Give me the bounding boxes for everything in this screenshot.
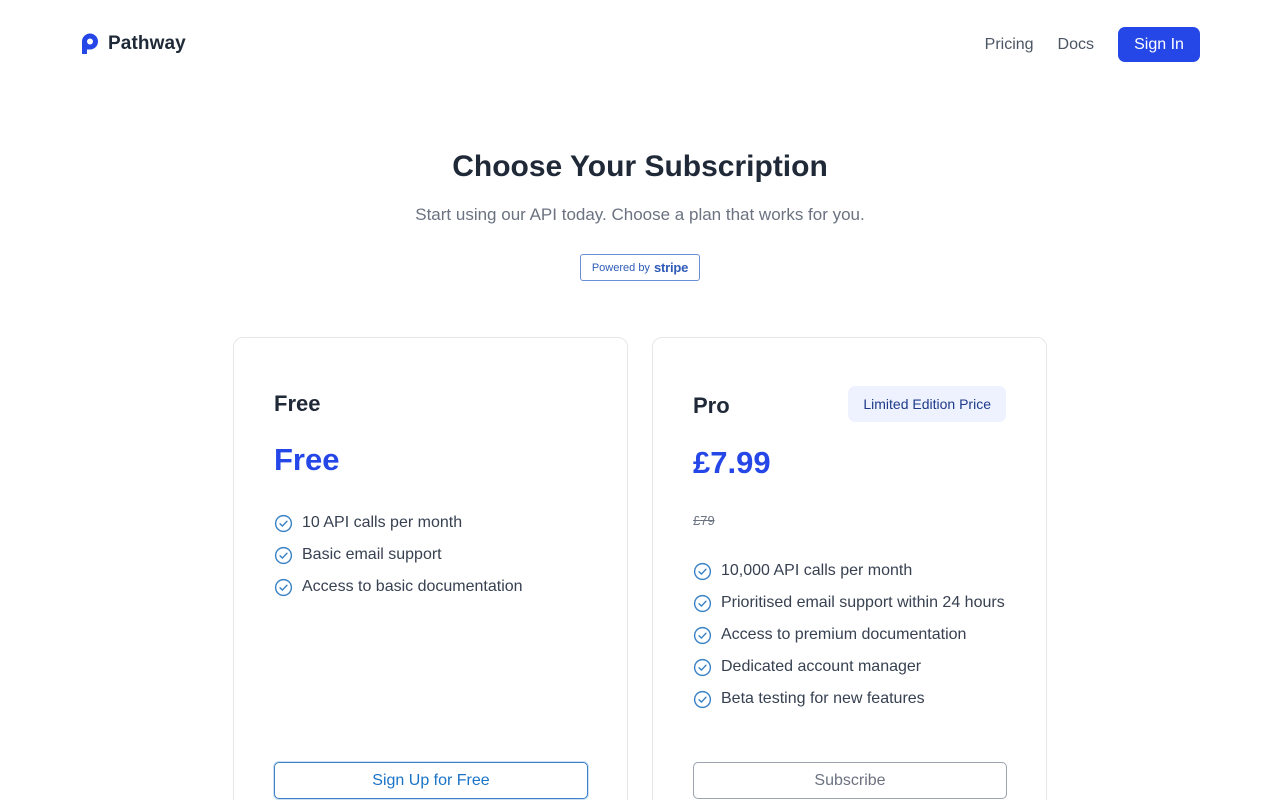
check-circle-icon: [693, 594, 712, 612]
feature-item: 10,000 API calls per month: [693, 555, 1005, 587]
feature-text: Dedicated account manager: [721, 658, 922, 675]
feature-item: Dedicated account manager: [693, 651, 1005, 683]
check-circle-icon: [693, 626, 712, 644]
feature-text: Beta testing for new features: [721, 690, 925, 707]
plan-price: Free: [274, 442, 340, 477]
feature-item: Access to premium documentation: [693, 619, 1005, 651]
check-circle-icon: [274, 578, 293, 596]
brand[interactable]: Pathway: [80, 33, 186, 55]
plan-card-pro: Pro Limited Edition Price £7.99 £79 10,0…: [652, 337, 1047, 800]
check-circle-icon: [274, 514, 293, 532]
sign-in-button[interactable]: Sign In: [1118, 27, 1200, 62]
feature-item: Access to basic documentation: [274, 571, 523, 603]
original-price: £79: [693, 513, 715, 528]
nav-link-pricing[interactable]: Pricing: [985, 36, 1034, 54]
feature-text: 10 API calls per month: [302, 514, 463, 531]
plan-name: Pro: [693, 393, 730, 418]
nav-links: Pricing Docs Sign In: [985, 27, 1200, 62]
plan-price: £7.99: [693, 445, 771, 480]
subscribe-button[interactable]: Subscribe: [693, 762, 1007, 799]
plan-name: Free: [274, 391, 321, 416]
check-circle-icon: [693, 690, 712, 708]
feature-item: 10 API calls per month: [274, 507, 523, 539]
feature-item: Beta testing for new features: [693, 683, 1005, 715]
sign-up-free-button[interactable]: Sign Up for Free: [274, 762, 588, 799]
feature-item: Prioritised email support within 24 hour…: [693, 587, 1005, 619]
feature-text: 10,000 API calls per month: [721, 562, 913, 579]
nav-link-docs[interactable]: Docs: [1058, 36, 1094, 54]
brand-name: Pathway: [108, 33, 186, 54]
pathway-logo-icon: [82, 33, 98, 54]
powered-by-stripe-badge[interactable]: Powered by stripe: [580, 254, 700, 281]
check-circle-icon: [693, 658, 712, 676]
feature-text: Basic email support: [302, 546, 442, 563]
feature-list: 10 API calls per month Basic email suppo…: [274, 507, 523, 603]
powered-by-text: Powered by: [591, 261, 650, 274]
stripe-logo: stripe: [653, 260, 689, 275]
feature-text: Access to basic documentation: [302, 578, 523, 595]
top-navigation: Pathway Pricing Docs Sign In: [0, 0, 1280, 90]
plan-card-free: Free Free 10 API calls per month Basic e…: [233, 337, 628, 800]
check-circle-icon: [693, 562, 712, 580]
limited-edition-badge: Limited Edition Price: [848, 386, 1006, 422]
page-subtitle: Start using our API today. Choose a plan…: [415, 205, 865, 224]
feature-item: Basic email support: [274, 539, 523, 571]
check-circle-icon: [274, 546, 293, 564]
feature-list: 10,000 API calls per month Prioritised e…: [693, 555, 1005, 715]
feature-text: Prioritised email support within 24 hour…: [721, 594, 1005, 611]
feature-text: Access to premium documentation: [721, 626, 967, 643]
page-title: Choose Your Subscription: [452, 150, 828, 183]
